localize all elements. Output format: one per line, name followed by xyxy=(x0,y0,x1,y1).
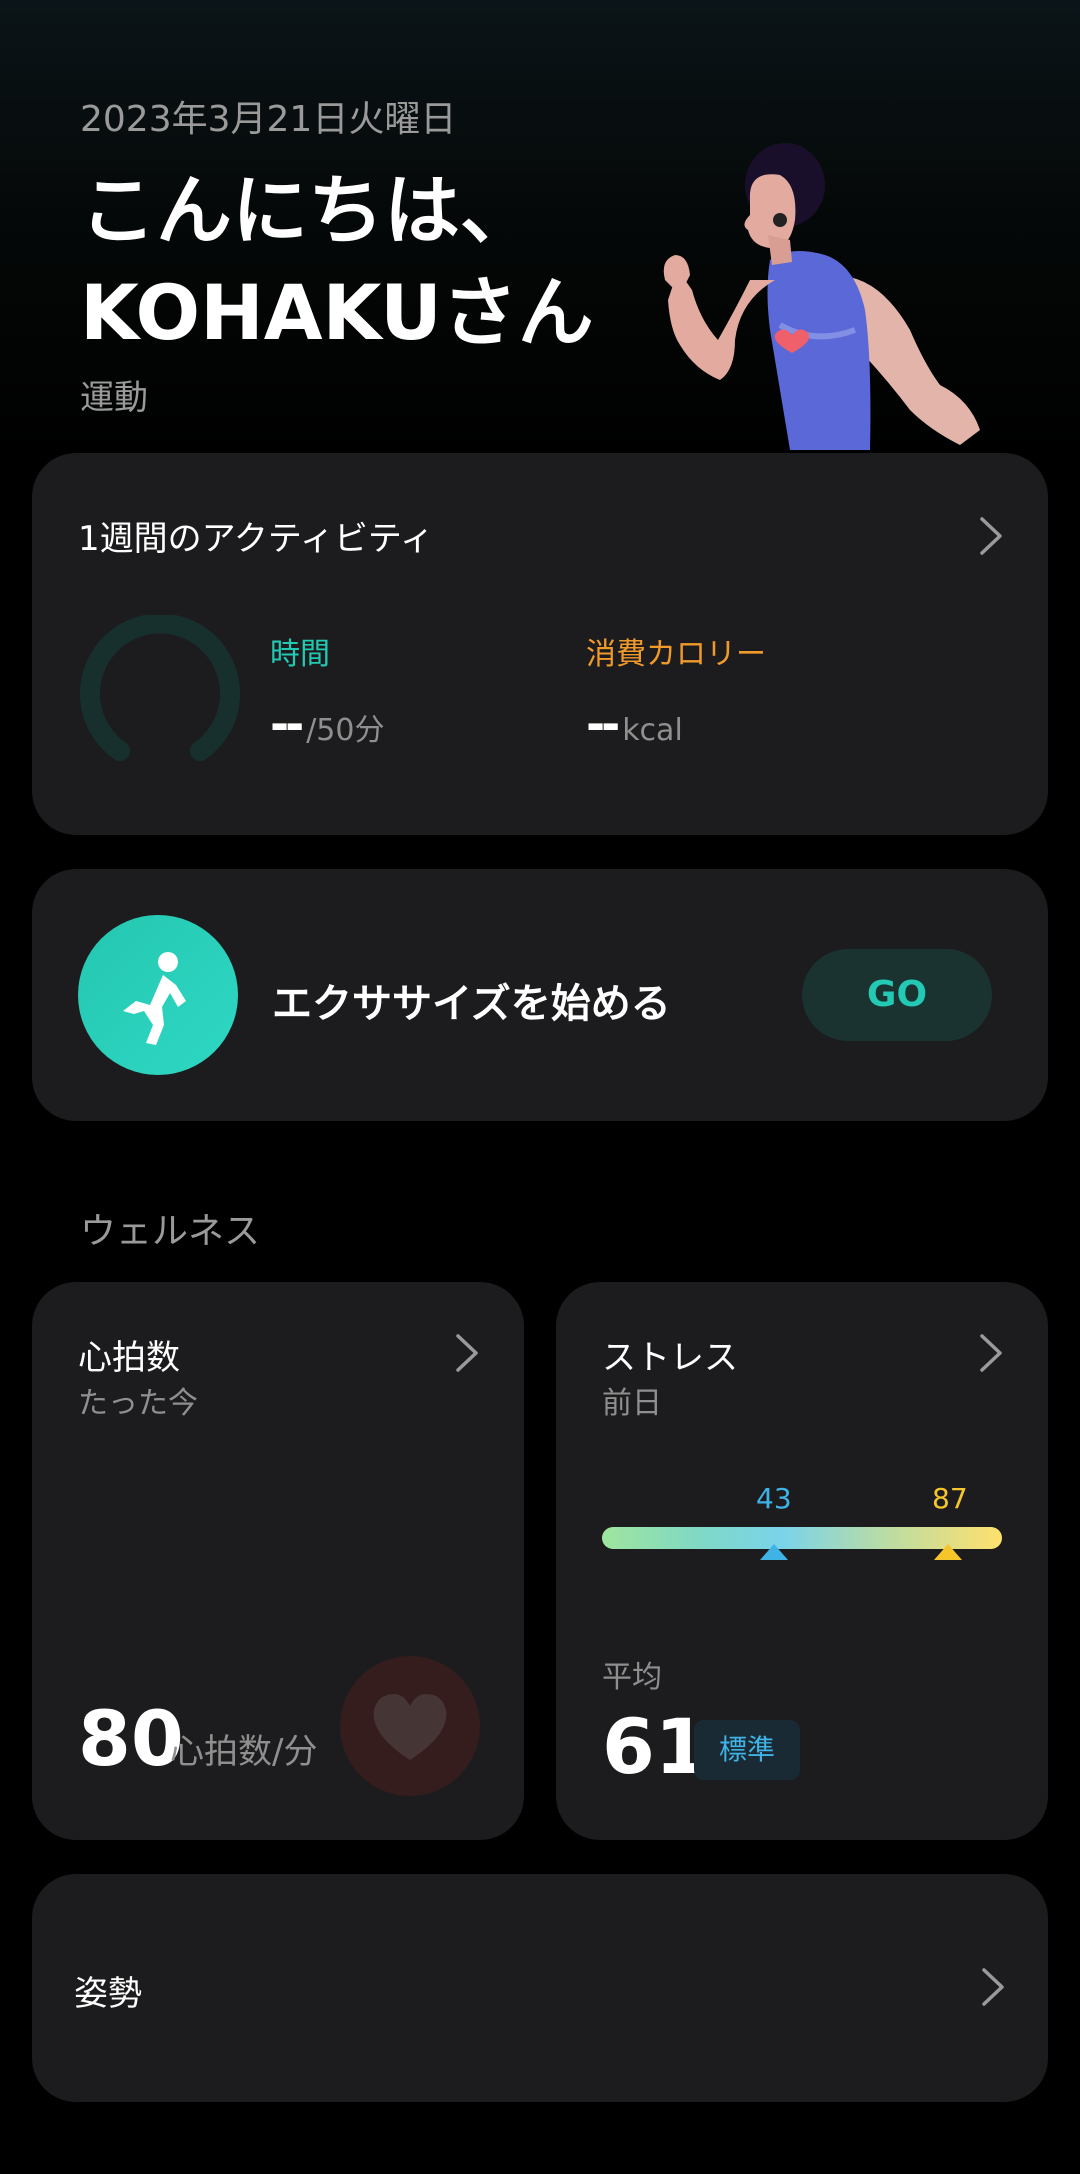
heart-rate-card[interactable]: 心拍数 たった今 80 心拍数/分 xyxy=(32,1282,524,1840)
posture-title: 姿勢 xyxy=(74,1974,142,2014)
runner-illustration xyxy=(663,143,980,450)
section-subtitle: 運動 xyxy=(80,378,148,418)
time-unit: /50分 xyxy=(306,713,385,748)
activity-title: 1週間のアクティビティ xyxy=(78,519,434,559)
heart-rate-title: 心拍数 xyxy=(78,1338,180,1378)
stress-status-badge: 標準 xyxy=(694,1720,800,1780)
stress-title: ストレス xyxy=(602,1338,738,1378)
greeting-line-1: こんにちは、 xyxy=(80,166,536,255)
stress-average-label: 平均 xyxy=(602,1660,662,1695)
calorie-value: -- xyxy=(586,697,620,751)
heart-rate-unit: 心拍数/分 xyxy=(170,1732,318,1772)
wellness-section-title: ウェルネス xyxy=(80,1211,261,1252)
stress-min-marker-icon xyxy=(760,1544,788,1560)
stress-max-value: 87 xyxy=(932,1482,968,1515)
weekly-activity-card[interactable]: 1週間のアクティビティ 時間 --/50分 消費カロリー -- kcal xyxy=(32,453,1048,835)
stress-subtitle: 前日 xyxy=(602,1386,662,1421)
date-label: 2023年3月21日火曜日 xyxy=(80,99,457,140)
start-exercise-card[interactable]: エクササイズを始める GO xyxy=(32,869,1048,1121)
greeting-line-2: KOHAKUさん xyxy=(80,268,594,357)
heart-icon xyxy=(340,1656,480,1796)
calorie-stat: -- kcal xyxy=(586,697,683,751)
time-stat: --/50分 xyxy=(270,697,384,751)
stress-card[interactable]: ストレス 前日 43 87 平均 61 標準 xyxy=(556,1282,1048,1840)
greeting-title: こんにちは、 KOHAKUさん xyxy=(80,160,594,364)
time-value: -- xyxy=(270,697,304,751)
calorie-label: 消費カロリー xyxy=(586,637,766,672)
health-home-screen: 2023年3月21日火曜日 こんにちは、 KOHAKUさん 運動 1週間のアクテ… xyxy=(0,0,1080,2174)
stress-min-value: 43 xyxy=(756,1482,792,1515)
time-label: 時間 xyxy=(270,637,330,672)
chevron-right-icon[interactable] xyxy=(976,1332,1006,1374)
stress-average-value: 61 xyxy=(602,1702,708,1791)
calorie-unit: kcal xyxy=(622,713,683,748)
heart-rate-subtitle: たった今 xyxy=(78,1386,198,1421)
heart-rate-value: 80 xyxy=(78,1694,184,1783)
chevron-right-icon[interactable] xyxy=(976,515,1006,557)
start-exercise-label: エクササイズを始める xyxy=(272,981,671,1027)
exercise-icon xyxy=(78,915,238,1075)
activity-ring xyxy=(80,615,240,761)
go-button[interactable]: GO xyxy=(802,949,992,1041)
chevron-right-icon[interactable] xyxy=(452,1332,482,1374)
chevron-right-icon[interactable] xyxy=(978,1966,1008,2008)
stress-max-marker-icon xyxy=(934,1544,962,1560)
posture-card[interactable]: 姿勢 xyxy=(32,1874,1048,2102)
